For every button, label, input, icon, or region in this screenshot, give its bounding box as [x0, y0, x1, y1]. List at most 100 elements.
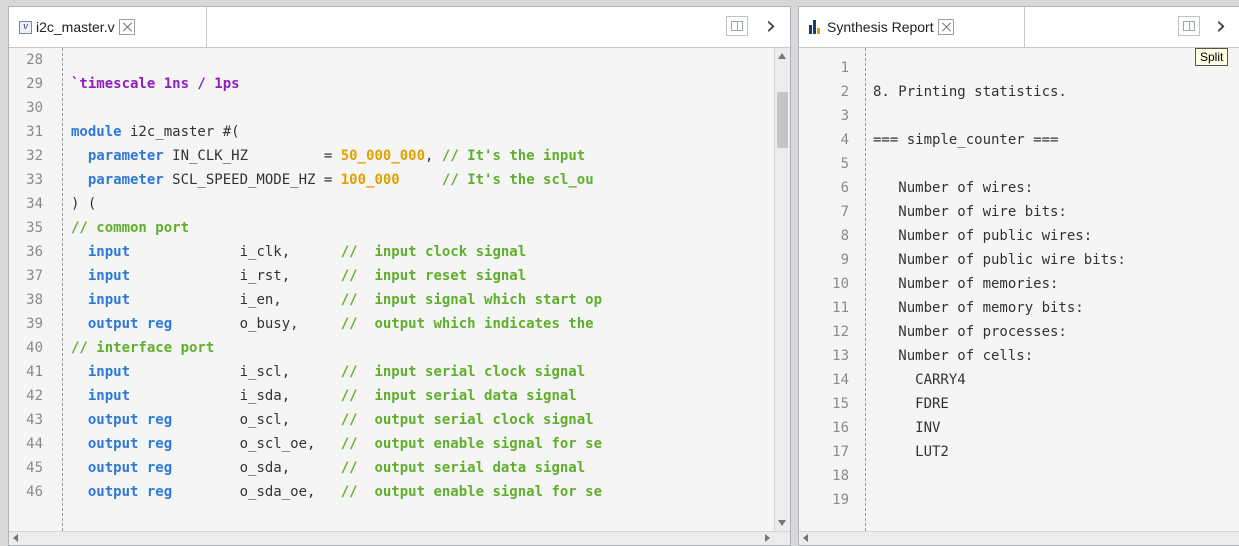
report-line[interactable]: INV: [873, 416, 1239, 440]
line-number: 17: [832, 444, 849, 460]
line-number-gutter: 28 29 30 31 32 33 34 35 36 37 38 39 40 41 42 43 44 45 46: [9, 48, 49, 531]
code-line[interactable]: output reg o_sda_oe, // output enable si…: [71, 480, 774, 504]
report-line[interactable]: Number of wires:: [873, 176, 1239, 200]
scroll-left-icon[interactable]: [803, 534, 808, 542]
line-number: 39: [26, 316, 43, 332]
code-line[interactable]: input i_scl, // input serial clock signa…: [71, 360, 774, 384]
tab-label: Synthesis Report: [827, 19, 934, 35]
report-line[interactable]: 8. Printing statistics.: [873, 80, 1239, 104]
code-line[interactable]: parameter SCL_SPEED_MODE_HZ = 100_000 //…: [71, 168, 774, 192]
close-icon[interactable]: [937, 19, 954, 35]
code-line[interactable]: output reg o_scl, // output serial clock…: [71, 408, 774, 432]
report-viewer[interactable]: 1 2 3 4 5 6 7 8 9 10 11 12 13 14 15 16 17 18 19 8. Printin…: [799, 48, 1239, 531]
fold-guide: [865, 48, 866, 531]
code-token-comment: // input reset signal: [340, 268, 527, 284]
line-number: 36: [26, 244, 43, 260]
code-token-plain: o_sda_oe,: [172, 484, 341, 500]
horizontal-scrollbar[interactable]: [799, 531, 1239, 545]
code-line[interactable]: [71, 48, 774, 72]
code-line[interactable]: parameter IN_CLK_HZ = 50_000_000, // It'…: [71, 144, 774, 168]
line-number: 12: [832, 324, 849, 340]
line-number: 4: [840, 132, 849, 148]
code-line[interactable]: // interface port: [71, 336, 774, 360]
line-number: 16: [832, 420, 849, 436]
report-line[interactable]: Number of processes:: [873, 320, 1239, 344]
scroll-down-icon[interactable]: [778, 520, 786, 526]
code-token-comment: // common port: [71, 220, 190, 236]
report-pane: Synthesis Report › 1 2 3 4 5 6 7 8 9 10 11 12 13 14 15…: [798, 6, 1239, 546]
vertical-scrollbar[interactable]: [774, 48, 790, 531]
code-token-keyword: input: [87, 268, 131, 284]
report-line[interactable]: Number of memories:: [873, 272, 1239, 296]
chevron-right-icon[interactable]: ›: [761, 13, 781, 41]
code-line[interactable]: input i_sda, // input serial data signal: [71, 384, 774, 408]
report-line[interactable]: [873, 464, 1239, 488]
code-token-comment: // input clock signal: [340, 244, 527, 260]
tab-i2c-master[interactable]: v i2c_master.v: [9, 7, 207, 47]
scroll-left-icon[interactable]: [13, 534, 18, 542]
line-number: 30: [26, 100, 43, 116]
code-token-comment: // output serial clock signal: [340, 412, 594, 428]
code-line[interactable]: output reg o_sda, // output serial data …: [71, 456, 774, 480]
code-token-keyword: output reg: [87, 436, 173, 452]
code-line[interactable]: // common port: [71, 216, 774, 240]
code-editor[interactable]: 28 29 30 31 32 33 34 35 36 37 38 39 40 41 42 43 44 45 46 `…: [9, 48, 790, 531]
tab-synthesis-report[interactable]: Synthesis Report: [799, 7, 1025, 47]
scroll-up-icon[interactable]: [778, 53, 786, 59]
code-token-plain: o_scl,: [172, 412, 341, 428]
report-line[interactable]: [873, 56, 1239, 80]
report-line[interactable]: FDRE: [873, 392, 1239, 416]
editor-tab-bar: v i2c_master.v ›: [9, 7, 790, 48]
report-line[interactable]: Number of public wires:: [873, 224, 1239, 248]
code-token-keyword: input: [87, 244, 131, 260]
code-line[interactable]: input i_rst, // input reset signal: [71, 264, 774, 288]
report-tab-bar: Synthesis Report ›: [799, 7, 1239, 48]
report-line[interactable]: [873, 488, 1239, 512]
code-token-plain: o_busy,: [172, 316, 341, 332]
code-token-keyword: output reg: [87, 484, 173, 500]
code-line[interactable]: `timescale 1ns / 1ps: [71, 72, 774, 96]
code-text[interactable]: `timescale 1ns / 1ps module i2c_master #(…: [71, 48, 774, 531]
code-token-plain: i2c_master #(: [121, 124, 240, 140]
code-line[interactable]: module i2c_master #(: [71, 120, 774, 144]
horizontal-scrollbar[interactable]: [9, 531, 790, 545]
report-line[interactable]: Number of cells:: [873, 344, 1239, 368]
code-token-plain: ) (: [71, 196, 97, 212]
report-line[interactable]: Number of wire bits:: [873, 200, 1239, 224]
scroll-right-icon[interactable]: [765, 534, 770, 542]
code-token-keyword: input: [87, 388, 131, 404]
line-number: 15: [832, 396, 849, 412]
code-token-comment: // output enable signal for se: [340, 436, 603, 452]
report-line[interactable]: CARRY4: [873, 368, 1239, 392]
line-number: 29: [26, 76, 43, 92]
code-token-keyword: output reg: [87, 316, 173, 332]
split-editor-button[interactable]: [1178, 16, 1200, 36]
report-line[interactable]: Number of public wire bits:: [873, 248, 1239, 272]
code-line[interactable]: ) (: [71, 192, 774, 216]
code-line[interactable]: [71, 96, 774, 120]
scroll-thumb[interactable]: [777, 92, 788, 148]
code-line[interactable]: input i_clk, // input clock signal: [71, 240, 774, 264]
line-number: 28: [26, 52, 43, 68]
close-icon[interactable]: [118, 19, 135, 35]
report-line[interactable]: [873, 104, 1239, 128]
report-line[interactable]: === simple_counter ===: [873, 128, 1239, 152]
code-token-plain: ,: [425, 148, 442, 164]
report-line[interactable]: Number of memory bits:: [873, 296, 1239, 320]
code-token-comment: // input serial data signal: [340, 388, 577, 404]
report-line[interactable]: LUT2: [873, 440, 1239, 464]
split-editor-button[interactable]: [726, 16, 748, 36]
report-line[interactable]: [873, 152, 1239, 176]
code-line[interactable]: output reg o_busy, // output which indic…: [71, 312, 774, 336]
code-line[interactable]: input i_en, // input signal which start …: [71, 288, 774, 312]
report-text[interactable]: 8. Printing statistics. === simple_counte…: [873, 48, 1239, 531]
code-token-keyword: output reg: [87, 460, 173, 476]
code-line[interactable]: output reg o_scl_oe, // output enable si…: [71, 432, 774, 456]
chevron-right-icon[interactable]: ›: [1211, 13, 1231, 41]
line-number: 34: [26, 196, 43, 212]
